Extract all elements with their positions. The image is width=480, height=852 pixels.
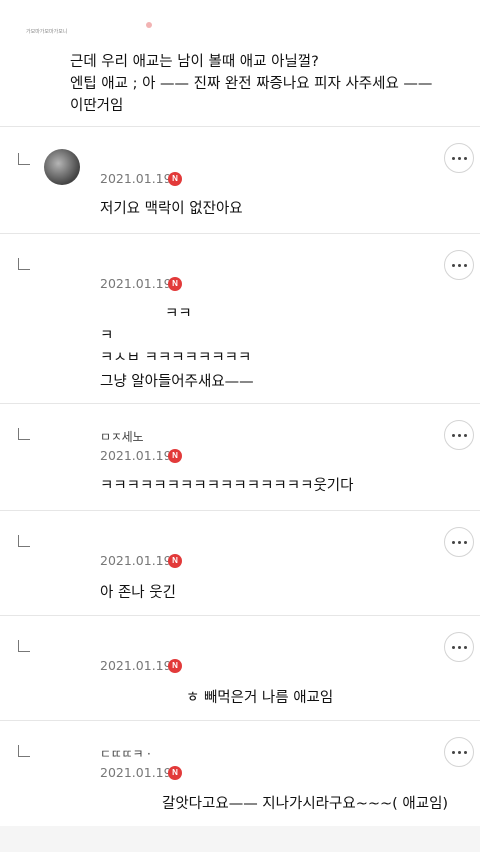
dot-icon — [451, 433, 455, 437]
reply-date: 2021.01.19 — [100, 171, 172, 186]
dot-icon — [457, 540, 461, 544]
reply-text: 그냥 알아들어주새요—— — [100, 374, 254, 390]
reply-date: 2021.01.19 — [100, 553, 172, 568]
more-options-button[interactable] — [444, 420, 474, 450]
reply-date: 2021.01.19 — [100, 765, 172, 780]
reply-nickname: ㄷㄸㄸㅋ · — [100, 747, 151, 761]
reply-text: ㅋㅋㅋㅋㅋㅋㅋㅋㅋㅋㅋㅋㅋㅋㅋㅋ웃기다 — [100, 478, 354, 494]
dot-icon — [463, 263, 467, 267]
reply-text: 갈앗다고요—— 지나가시라구요~~~( 애교임) — [162, 796, 449, 812]
dot-icon — [457, 433, 461, 437]
more-options-button[interactable] — [444, 632, 474, 662]
reply-item: 2021.01.19 N ㅎ 빼먹은거 나름 애교임 — [0, 616, 480, 720]
dot-icon — [451, 750, 455, 754]
dot-icon — [463, 540, 467, 544]
reply-arrow-icon — [18, 535, 30, 547]
avatar[interactable] — [44, 149, 80, 185]
reply-text: ㅋㅅㅂ ㅋㅋㅋㅋㅋㅋㅋㅋ — [100, 350, 252, 366]
reply-date: 2021.01.19 — [100, 448, 172, 463]
top-strip: 가모마가모마가모니 — [0, 0, 480, 40]
reply-arrow-icon — [18, 258, 30, 270]
new-badge: N — [168, 449, 182, 463]
new-badge: N — [168, 172, 182, 186]
more-options-button[interactable] — [444, 737, 474, 767]
dot-icon — [463, 433, 467, 437]
reply-arrow-icon — [18, 640, 30, 652]
dot-icon — [457, 263, 461, 267]
reply-text: ㅋㅋ — [165, 306, 192, 322]
dot-icon — [451, 156, 455, 160]
dot-icon — [463, 645, 467, 649]
dot-icon — [457, 645, 461, 649]
more-options-button[interactable] — [444, 143, 474, 173]
dot-icon — [451, 263, 455, 267]
reply-nickname: ㅁㅈ세노 — [100, 430, 144, 444]
reply-text: 아 존나 웃긴 — [100, 585, 176, 601]
reply-date: 2021.01.19 — [100, 276, 172, 291]
reply-item: 2021.01.19 N ㅋㅋ ㅋ ㅋㅅㅂ ㅋㅋㅋㅋㅋㅋㅋㅋ 그냥 알아들어주새… — [0, 234, 480, 403]
dot-icon — [451, 645, 455, 649]
reply-text: 저기요 맥락이 없잔아요 — [100, 201, 243, 217]
reply-item: 2021.01.19 N 저기요 맥락이 없잔아요 — [0, 127, 480, 233]
comment-line: 이딴거임 — [70, 98, 124, 114]
comment-line: 엔팁 애교 ; 아 —— 진짜 완전 짜증나요 피자 사주세요 —— — [70, 76, 433, 92]
more-options-button[interactable] — [444, 250, 474, 280]
dot-icon — [463, 750, 467, 754]
new-badge: N — [168, 659, 182, 673]
dot-icon — [451, 540, 455, 544]
reply-text: ㅋ — [100, 328, 114, 344]
dot-icon — [457, 750, 461, 754]
reply-item: ㄷㄸㄸㅋ · 2021.01.19 N 갈앗다고요—— 지나가시라구요~~~( … — [0, 721, 480, 826]
parent-comment: 근데 우리 애교는 남이 볼때 애교 아닐껄? 엔팁 애교 ; 아 —— 진짜 … — [0, 40, 480, 127]
more-options-button[interactable] — [444, 527, 474, 557]
dot-icon — [457, 156, 461, 160]
dot-icon — [463, 156, 467, 160]
reply-arrow-icon — [18, 153, 30, 165]
new-badge: N — [168, 277, 182, 291]
reply-item: 2021.01.19 N 아 존나 웃긴 — [0, 511, 480, 615]
comment-line: 근데 우리 애교는 남이 볼때 애교 아닐껄? — [70, 54, 319, 70]
reply-text: ㅎ 빼먹은거 나름 애교임 — [186, 690, 334, 706]
reply-date: 2021.01.19 — [100, 658, 172, 673]
cropped-text: 가모마가모마가모니 — [26, 29, 68, 35]
reply-arrow-icon — [18, 745, 30, 757]
new-badge: N — [168, 554, 182, 568]
reply-item: ㅁㅈ세노 2021.01.19 N ㅋㅋㅋㅋㅋㅋㅋㅋㅋㅋㅋㅋㅋㅋㅋㅋ웃기다 — [0, 404, 480, 510]
bottom-bar — [0, 826, 480, 852]
reply-arrow-icon — [18, 428, 30, 440]
new-badge: N — [168, 766, 182, 780]
badge-partial — [146, 22, 152, 28]
